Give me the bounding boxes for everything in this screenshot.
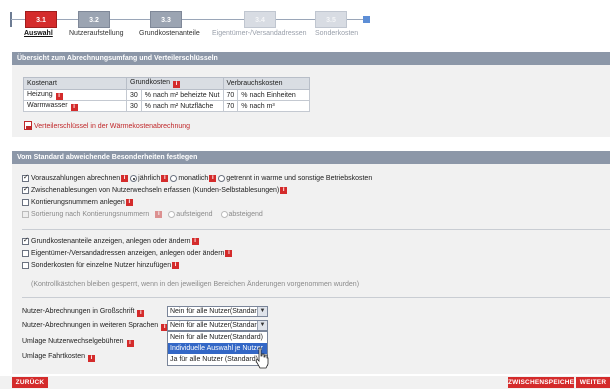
vorauszahlungen-row: Vorauszahlungen abrechneni jährlichi mon…	[22, 173, 372, 182]
info-icon[interactable]: i	[161, 175, 169, 182]
dropdown-option[interactable]: Nein für alle Nutzer(Standard)	[168, 332, 267, 343]
save-draft-button[interactable]: ZWISCHENSPEICHERN	[508, 377, 584, 388]
step-label-grundkostenanteile[interactable]: Grundkostenanteile	[139, 30, 200, 37]
divider	[22, 229, 610, 230]
eigentuemer-row: Eigentümer-/Versandadressen anzeigen, an…	[22, 250, 233, 257]
verbrauchskosten-value: 70	[222, 100, 239, 112]
sonderkosten-row: Sonderkosten für einzelne Nutzer hinzufü…	[22, 262, 180, 269]
info-icon[interactable]: i	[173, 81, 181, 88]
verbrauchskosten-text: % nach m³	[237, 100, 310, 112]
hand-cursor-icon	[255, 347, 269, 369]
umlage-fahrtkosten-label: Umlage Fahrtkosten i	[22, 353, 95, 362]
row-kostenart: Warmwasser i	[23, 100, 127, 112]
sortierung-checkbox	[22, 211, 29, 218]
next-button[interactable]: WEITER	[576, 377, 610, 388]
sprachen-dropdown[interactable]: Nein für alle Nutzer(Standard) Individue…	[167, 331, 268, 366]
info-icon[interactable]: i	[137, 310, 145, 317]
info-icon[interactable]: i	[87, 355, 95, 362]
hint-text: (Kontrollkästchen bleiben gesperrt, wenn…	[31, 281, 360, 288]
verbrauchskosten-value: 70	[222, 89, 239, 101]
sonderkosten-checkbox[interactable]	[22, 262, 29, 269]
col-header-grundkosten: Grundkosten i	[126, 77, 224, 90]
kontierung-row: Kontierungsnummern anlegen i	[22, 199, 133, 206]
pdf-link-verteilerschluessel[interactable]: Verteilerschlüssel in der Wärmekostenabr…	[24, 121, 190, 130]
step-3-2[interactable]: 3.2	[78, 11, 110, 28]
step-label-nutzeraufstellung[interactable]: Nutzeraufstellung	[69, 30, 123, 37]
radio-monatlich[interactable]	[170, 175, 178, 182]
radio-aufsteigend	[168, 211, 176, 218]
dropdown-option-selected[interactable]: Individuelle Auswahl je Nutzer	[168, 343, 267, 354]
col-header-verbrauchskosten: Verbrauchskosten	[222, 77, 310, 90]
chevron-down-icon[interactable]: ▼	[257, 307, 267, 316]
zwischenablesungen-row: Zwischenablesungen von Nutzerwechseln er…	[22, 185, 288, 194]
vorauszahlungen-checkbox[interactable]	[22, 173, 29, 182]
wizard-line	[11, 19, 363, 20]
umlage-nutzerwechsel-label: Umlage Nutzerwechselgebühren i	[22, 338, 134, 347]
info-icon[interactable]: i	[280, 187, 288, 194]
info-icon[interactable]: i	[121, 175, 129, 182]
grundkosten-text: % nach m² beheizte Nut	[140, 89, 224, 101]
col-header-kostenart: Kostenart	[23, 77, 127, 90]
section-header-uebersicht: Übersicht zum Abrechnungsumfang und Vert…	[12, 52, 610, 65]
sprachen-label: Nutzer-Abrechnungen in weiteren Sprachen…	[22, 322, 169, 331]
grossschrift-label: Nutzer-Abrechnungen in Großschrift i	[22, 308, 145, 317]
back-button[interactable]: ZURÜCK	[12, 377, 48, 388]
sprachen-select[interactable]: Nein für alle Nutzer(Standard) ▼	[167, 320, 268, 331]
step-label-eigentuemer: Eigentümer-/Versandadressen	[212, 30, 307, 37]
table-row: Warmwasser i 30 % nach m² Nutzfläche 70 …	[23, 100, 310, 112]
pdf-icon	[24, 121, 32, 130]
dropdown-option[interactable]: Ja für alle Nutzer (Standard)	[168, 354, 267, 365]
grossschrift-select[interactable]: Nein für alle Nutzer(Standard) ▼	[167, 306, 268, 317]
sortierung-row: Sortierung nach Kontierungsnummern i auf…	[22, 211, 263, 218]
cost-table: Kostenart Grundkosten i Verbrauchskosten…	[23, 77, 310, 112]
step-label-auswahl[interactable]: Auswahl	[24, 30, 53, 37]
divider	[22, 297, 610, 298]
radio-jaehrlich[interactable]	[130, 175, 138, 182]
table-row: Heizung i 30 % nach m² beheizte Nut 70 %…	[23, 89, 310, 101]
info-icon[interactable]: i	[126, 340, 134, 347]
grundkostenanteile-checkbox[interactable]	[22, 236, 29, 245]
radio-absteigend	[220, 211, 228, 218]
verbrauchskosten-text: % nach Einheiten	[237, 89, 310, 101]
radio-getrennt[interactable]	[218, 175, 226, 182]
grundkostenanteile-row: Grundkostenanteile anzeigen, anlegen ode…	[22, 236, 199, 245]
zwischenablesungen-checkbox[interactable]	[22, 185, 29, 194]
info-icon[interactable]: i	[225, 250, 233, 257]
eigentuemer-checkbox[interactable]	[22, 250, 29, 257]
wizard-end-marker	[363, 16, 370, 23]
grundkosten-value: 30	[126, 89, 142, 101]
grundkosten-text: % nach m² Nutzfläche	[140, 100, 224, 112]
kontierung-checkbox[interactable]	[22, 199, 29, 206]
grundkosten-value: 30	[126, 100, 142, 112]
info-icon[interactable]: i	[70, 103, 78, 111]
step-3-1[interactable]: 3.1	[25, 11, 57, 28]
step-3-5: 3.5	[315, 11, 347, 28]
info-icon[interactable]: i	[172, 262, 180, 269]
info-icon[interactable]: i	[55, 92, 63, 100]
wizard-steps: 3.1 3.2 3.3 3.4 3.5 Auswahl Nutzeraufste…	[0, 0, 610, 42]
step-label-sonderkosten: Sonderkosten	[315, 30, 359, 37]
info-icon[interactable]: i	[191, 238, 199, 245]
step-3-3[interactable]: 3.3	[150, 11, 182, 28]
info-icon[interactable]: i	[155, 211, 163, 218]
info-icon[interactable]: i	[125, 199, 133, 206]
row-kostenart: Heizung i	[23, 89, 127, 101]
info-icon[interactable]: i	[209, 175, 217, 182]
section-header-besonderheiten: Vom Standard abweichende Besonderheiten …	[12, 151, 610, 164]
chevron-down-icon[interactable]: ▼	[257, 321, 267, 330]
step-3-4: 3.4	[244, 11, 276, 28]
